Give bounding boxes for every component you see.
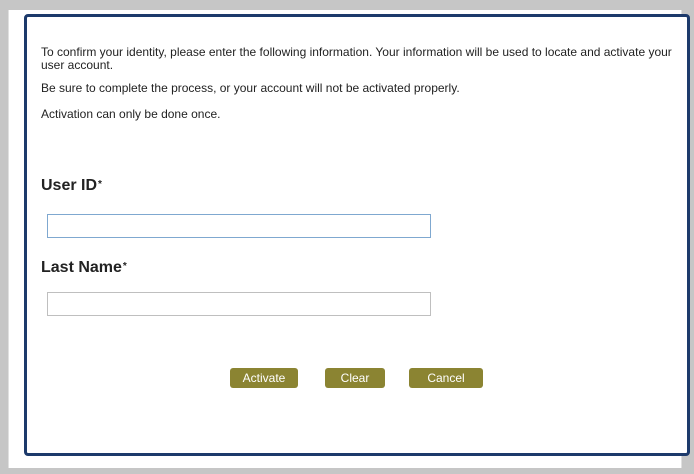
- clear-button[interactable]: Clear: [325, 368, 385, 388]
- activation-panel: To confirm your identity, please enter t…: [24, 14, 690, 456]
- cancel-button[interactable]: Cancel: [409, 368, 483, 388]
- activate-button[interactable]: Activate: [230, 368, 298, 388]
- last-name-label-text: Last Name: [41, 259, 122, 276]
- last-name-label: Last Name*: [41, 259, 127, 277]
- required-marker: *: [98, 179, 102, 190]
- intro-line-1: To confirm your identity, please enter t…: [41, 45, 672, 72]
- intro-line-2: Be sure to complete the process, or your…: [41, 81, 460, 95]
- required-marker: *: [122, 261, 127, 272]
- user-id-label: User ID*: [41, 177, 102, 195]
- intro-text: To confirm your identity, please enter t…: [41, 46, 681, 131]
- intro-line-3: Activation can only be done once.: [41, 107, 221, 121]
- user-id-input[interactable]: [47, 214, 431, 238]
- last-name-input[interactable]: [47, 292, 431, 316]
- user-id-label-text: User ID: [41, 177, 98, 194]
